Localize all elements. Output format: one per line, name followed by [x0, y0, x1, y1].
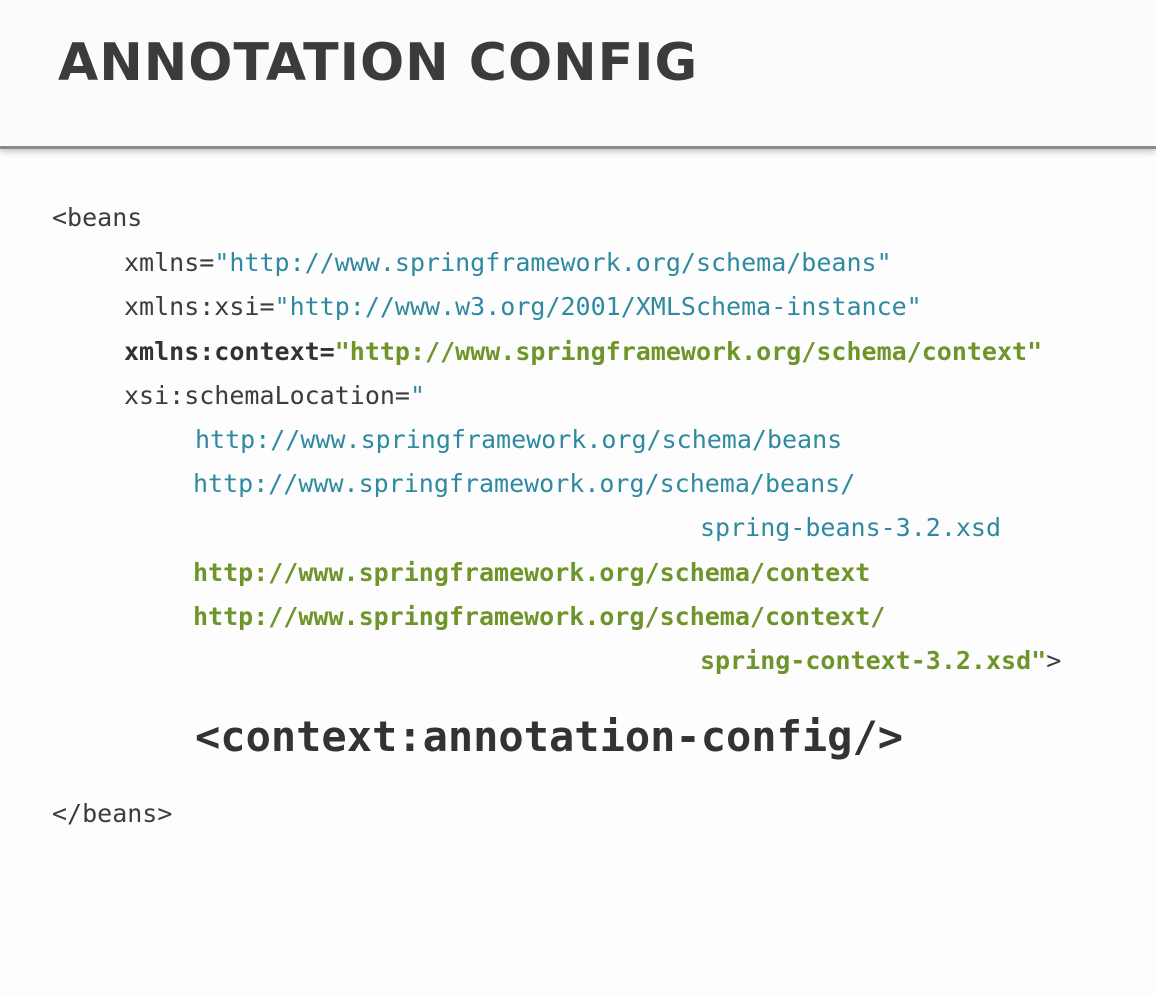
loc-beans-xsd-file: spring-beans-3.2.xsd [700, 513, 1002, 542]
code-line-xmlns-context: xmlns:context="http://www.springframewor… [124, 337, 1042, 367]
beans-open-close-bracket: > [1046, 646, 1062, 675]
loc-beans-namespace: http://www.springframework.org/schema/be… [195, 425, 843, 454]
code-line-loc-context-xsd-path: http://www.springframework.org/schema/co… [193, 602, 885, 632]
code-line-xmlns-xsi: xmlns:xsi="http://www.w3.org/2001/XMLSch… [124, 292, 922, 322]
loc-context-xsd-path: http://www.springframework.org/schema/co… [193, 602, 886, 631]
code-line-beans-close: </beans> [52, 799, 172, 829]
code-line-beans-open: <beans [52, 203, 142, 233]
code-line-loc-beans-xsd-file: spring-beans-3.2.xsd [700, 513, 1001, 543]
xmlns-context-attribute: xmlns:context= [124, 337, 335, 366]
slide-title: ANNOTATION CONFIG [58, 33, 699, 93]
annotation-config-tag: <context:annotation-config/> [195, 712, 904, 761]
xmlns-xsi-attribute: xmlns:xsi= [124, 292, 275, 321]
xmlns-attribute: xmlns= [124, 248, 215, 277]
code-line-loc-beans-xsd-path: http://www.springframework.org/schema/be… [193, 469, 855, 499]
slide-header: ANNOTATION CONFIG [0, 0, 1156, 149]
loc-beans-xsd-path: http://www.springframework.org/schema/be… [193, 469, 856, 498]
schema-location-open-quote: " [409, 381, 426, 410]
slide: ANNOTATION CONFIG <beans xmlns="http://w… [0, 0, 1156, 995]
beans-open-tag: <beans [52, 203, 143, 232]
xmlns-xsi-value: "http://www.w3.org/2001/XMLSchema-instan… [274, 292, 922, 321]
xmlns-context-value: "http://www.springframework.org/schema/c… [334, 337, 1043, 366]
code-line-loc-context-ns: http://www.springframework.org/schema/co… [193, 558, 870, 588]
loc-context-xsd-file: spring-context-3.2.xsd" [700, 646, 1047, 675]
xmlns-value: "http://www.springframework.org/schema/b… [214, 248, 892, 277]
code-line-loc-context-xsd-file: spring-context-3.2.xsd"> [700, 646, 1061, 676]
schema-location-attribute: xsi:schemaLocation= [124, 381, 410, 410]
beans-close-tag: </beans> [52, 799, 173, 828]
code-line-xmlns: xmlns="http://www.springframework.org/sc… [124, 248, 892, 278]
loc-context-namespace: http://www.springframework.org/schema/co… [193, 558, 871, 587]
code-line-schema-location: xsi:schemaLocation=" [124, 381, 425, 411]
code-line-loc-beans-ns: http://www.springframework.org/schema/be… [195, 425, 842, 455]
